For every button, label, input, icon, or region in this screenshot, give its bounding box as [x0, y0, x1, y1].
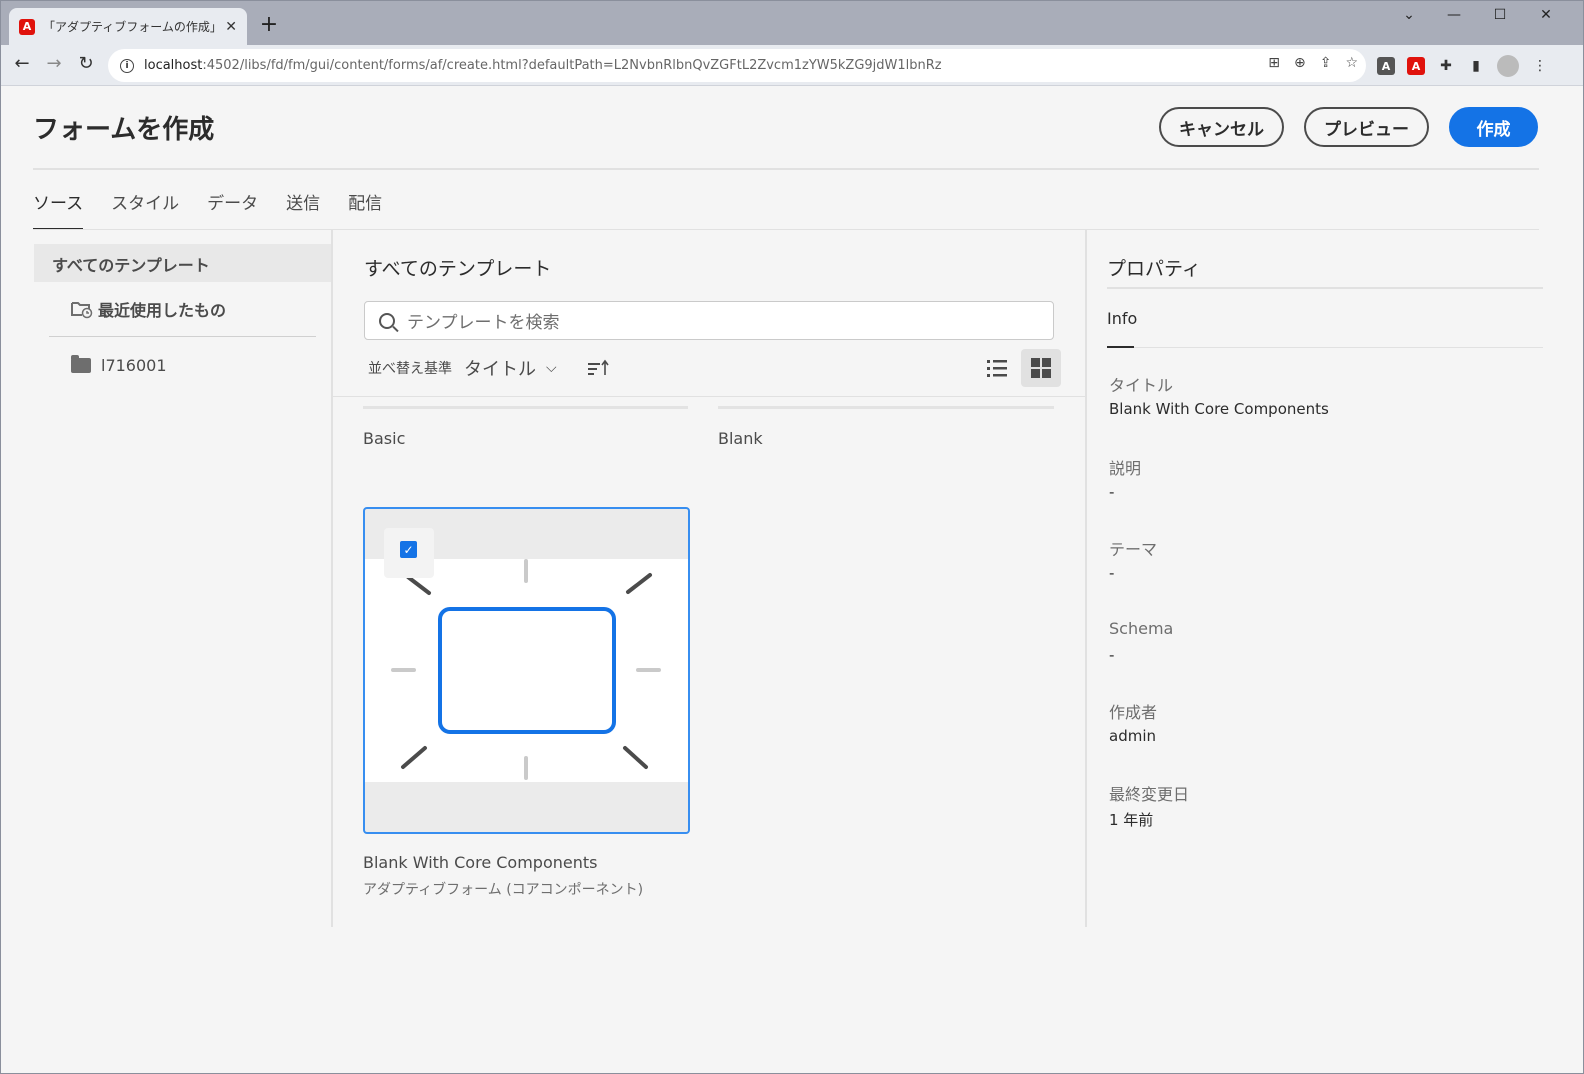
- search-placeholder: テンプレートを検索: [407, 313, 560, 333]
- acrobat-extension-icon[interactable]: A: [1407, 57, 1425, 75]
- tab-style[interactable]: スタイル: [111, 181, 179, 230]
- card-blank-title[interactable]: Blank: [718, 429, 763, 448]
- rail-item-recent-label: 最近使用したもの: [98, 301, 227, 320]
- prop-theme-value: -: [1109, 564, 1115, 582]
- search-icon: [379, 312, 395, 329]
- adobe-extension-icon[interactable]: A: [1377, 57, 1395, 75]
- tab-submit[interactable]: 送信: [286, 181, 320, 230]
- cancel-button[interactable]: キャンセル: [1159, 107, 1284, 147]
- info-tab-divider: [1134, 347, 1543, 348]
- prop-theme-label: テーマ: [1109, 540, 1158, 559]
- prop-schema-value: -: [1109, 646, 1115, 664]
- address-bar[interactable]: i localhost:4502/libs/fd/fm/gui/content/…: [108, 49, 1366, 82]
- adobe-favicon-icon: A: [19, 18, 35, 35]
- rail-item-recent[interactable]: 最近使用したもの: [71, 297, 226, 321]
- minimize-icon[interactable]: —: [1439, 7, 1469, 23]
- prop-modified-label: 最終変更日: [1109, 785, 1190, 804]
- tabs-divider: [33, 229, 1539, 230]
- prop-description-value: -: [1109, 483, 1115, 501]
- profile-avatar[interactable]: [1497, 55, 1519, 77]
- list-view-icon: [987, 360, 1007, 377]
- template-search-input[interactable]: テンプレートを検索: [364, 301, 1054, 340]
- browser-tab[interactable]: A 「アダプティブフォームの作成」から設定 ✕: [9, 8, 247, 45]
- chevron-down-icon[interactable]: ⌵: [546, 360, 557, 376]
- tab-info-indicator: [1107, 346, 1134, 348]
- tab-search-icon[interactable]: ⌄: [1394, 7, 1424, 23]
- prop-title-value: Blank With Core Components: [1109, 400, 1329, 418]
- card-view-button[interactable]: [1021, 349, 1061, 387]
- rail-divider: [49, 336, 316, 337]
- sort-order-icon[interactable]: [587, 359, 609, 377]
- prop-description-label: 説明: [1109, 459, 1142, 478]
- create-button[interactable]: 作成: [1449, 107, 1538, 147]
- properties-divider: [1107, 287, 1543, 289]
- checkbox-checked-icon[interactable]: ✓: [400, 541, 417, 558]
- back-arrow-icon[interactable]: ←: [10, 53, 34, 74]
- rail-separator: [331, 230, 333, 927]
- sort-bar: 並べ替え基準 タイトル ⌵: [368, 355, 609, 381]
- card-checkbox-container: ✓: [384, 528, 434, 578]
- browser-window: A 「アダプティブフォームの作成」から設定 ✕ + ⌄ — ☐ ✕ ← → ↻ …: [0, 0, 1584, 1074]
- share-icon[interactable]: ⇪: [1320, 55, 1332, 71]
- header-divider: [33, 168, 1539, 170]
- card-view-icon: [1031, 358, 1051, 378]
- window-close-icon[interactable]: ✕: [1531, 7, 1561, 23]
- extensions-puzzle-icon[interactable]: ✚: [1437, 57, 1455, 75]
- rail-item-folder[interactable]: l716001: [71, 355, 167, 375]
- reload-icon[interactable]: ↻: [74, 53, 98, 74]
- templates-title: すべてのテンプレート: [364, 258, 552, 280]
- url-path: :4502/libs/fd/fm/gui/content/forms/af/cr…: [202, 58, 942, 73]
- folder-icon: [71, 355, 91, 373]
- prop-author-value: admin: [1109, 727, 1156, 745]
- translate-icon[interactable]: ⊞: [1268, 55, 1280, 71]
- tab-source[interactable]: ソース: [33, 181, 84, 230]
- card-basic-title[interactable]: Basic: [363, 429, 405, 448]
- card-blank-core-components-subtitle: アダプティブフォーム (コアコンポーネント): [363, 882, 644, 898]
- tab-close-icon[interactable]: ✕: [225, 19, 237, 35]
- page-title: フォームを作成: [33, 115, 215, 145]
- new-tab-button[interactable]: +: [257, 13, 281, 37]
- browser-toolbar: ← → ↻ i localhost:4502/libs/fd/fm/gui/co…: [1, 45, 1583, 86]
- tab-data[interactable]: データ: [207, 181, 258, 230]
- site-info-icon[interactable]: i: [120, 58, 134, 73]
- zoom-icon[interactable]: ⊕: [1294, 55, 1306, 71]
- card-thumbnail: [365, 559, 688, 782]
- more-menu-icon[interactable]: ⋮: [1531, 57, 1549, 75]
- url-host: localhost: [144, 58, 203, 73]
- recent-folder-icon: [71, 302, 93, 319]
- properties-title: プロパティ: [1107, 258, 1201, 280]
- properties-separator: [1085, 230, 1087, 927]
- rail-item-all-templates[interactable]: すべてのテンプレート: [34, 244, 331, 282]
- browser-tabbar: A 「アダプティブフォームの作成」から設定 ✕ + ⌄ — ☐ ✕: [1, 1, 1583, 45]
- forward-arrow-icon[interactable]: →: [42, 53, 66, 74]
- card-basic-thumbnail-edge[interactable]: [363, 406, 688, 409]
- list-view-button[interactable]: [977, 349, 1017, 387]
- preview-button[interactable]: プレビュー: [1304, 107, 1429, 147]
- bookmark-star-icon[interactable]: ☆: [1345, 55, 1358, 71]
- prop-schema-label: Schema: [1109, 619, 1174, 638]
- tab-title: 「アダプティブフォームの作成」から設定: [43, 20, 219, 34]
- rail-item-folder-label: l716001: [101, 356, 167, 375]
- prop-author-label: 作成者: [1109, 703, 1158, 722]
- card-blank-core-components[interactable]: ✓: [363, 507, 690, 834]
- sort-dropdown[interactable]: タイトル: [464, 355, 536, 381]
- prop-modified-value: 1 年前: [1109, 811, 1154, 829]
- tab-delivery[interactable]: 配信: [348, 181, 382, 230]
- card-blank-thumbnail-edge[interactable]: [718, 406, 1054, 409]
- form-placeholder-illustration: [391, 559, 661, 780]
- maximize-icon[interactable]: ☐: [1485, 7, 1515, 23]
- wizard-tabs: ソース スタイル データ 送信 配信: [33, 181, 382, 230]
- prop-title-label: タイトル: [1109, 376, 1174, 395]
- tab-info[interactable]: Info: [1107, 309, 1137, 328]
- side-panel-icon[interactable]: ▮: [1467, 57, 1485, 75]
- toolbar-divider: [333, 396, 1085, 397]
- card-blank-core-components-title[interactable]: Blank With Core Components: [363, 853, 597, 872]
- sort-label: 並べ替え基準: [368, 361, 452, 377]
